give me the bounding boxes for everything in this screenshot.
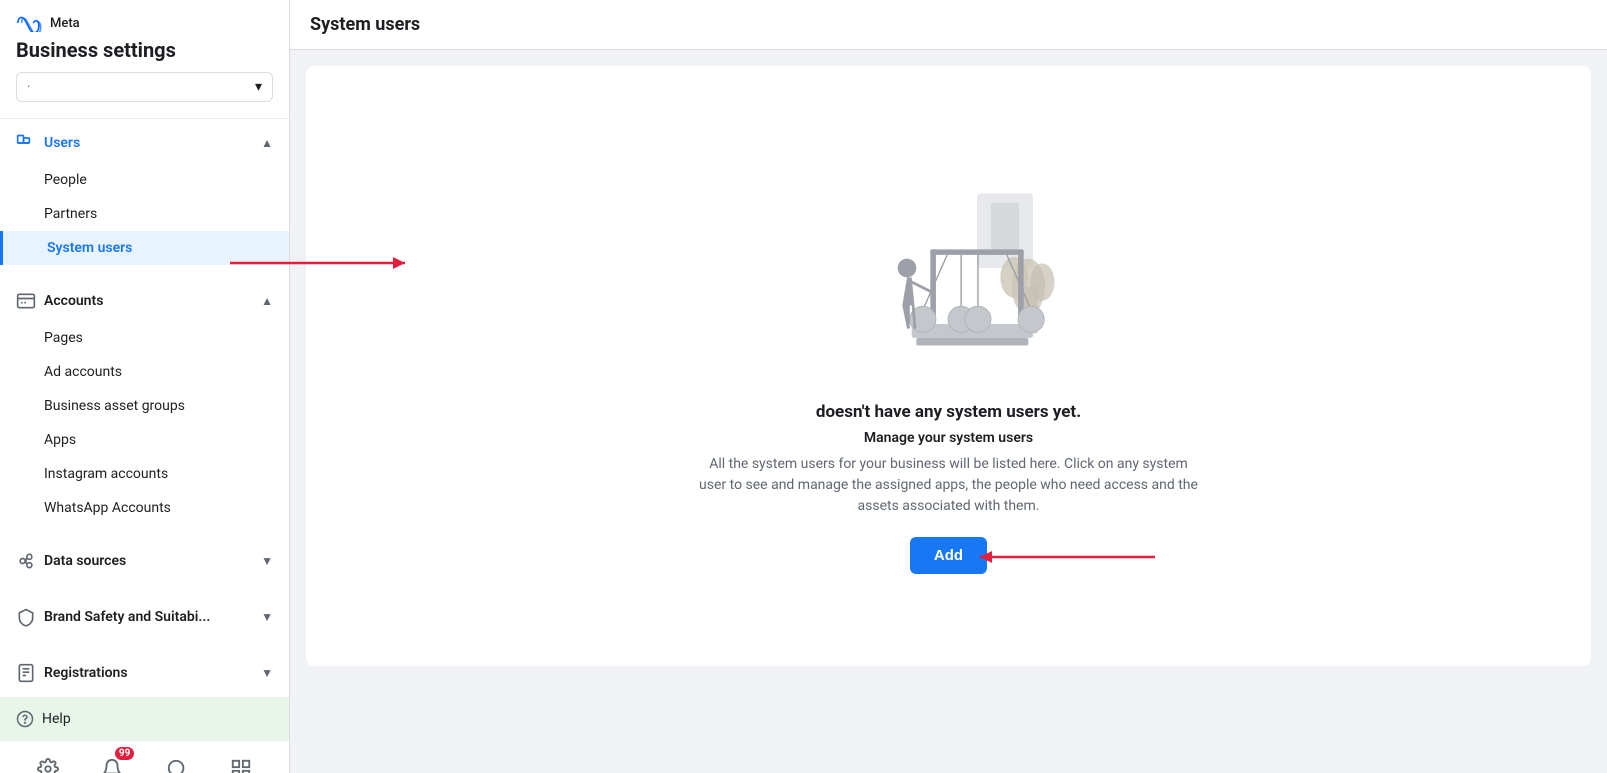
meta-logo: Meta [16, 14, 273, 32]
notification-badge: 99 [115, 747, 134, 760]
bottom-icons-bar: 99 [0, 740, 289, 773]
meta-logo-icon [16, 14, 44, 32]
data-sources-section: Data sources ▼ [0, 537, 289, 585]
sidebar-header: Meta Business settings · ▾ [0, 0, 289, 119]
empty-state-subtitle: Manage your system users [864, 430, 1033, 446]
help-icon [16, 710, 34, 728]
business-settings-title: Business settings [16, 38, 273, 62]
brand-safety-icon [16, 607, 36, 627]
accounts-icon [16, 291, 36, 311]
sidebar-item-pages[interactable]: Pages [0, 321, 289, 355]
sidebar-item-whatsapp-accounts[interactable]: WhatsApp Accounts [0, 491, 289, 525]
brand-safety-title: Brand Safety and Suitabi... [44, 609, 210, 625]
registrations-chevron-icon: ▼ [261, 666, 273, 680]
users-section: Users ▲ People Partners System users [0, 119, 289, 269]
main-content: System users [290, 0, 1607, 773]
data-sources-section-header[interactable]: Data sources ▼ [0, 541, 289, 581]
brand-safety-chevron-icon: ▼ [261, 610, 273, 624]
accounts-section: Accounts ▲ Pages Ad accounts Business as… [0, 277, 289, 529]
notifications-button[interactable]: 99 [94, 751, 130, 773]
registrations-title-row: Registrations [16, 663, 128, 683]
help-label: Help [42, 711, 71, 727]
sidebar-item-apps[interactable]: Apps [0, 423, 289, 457]
sidebar: Meta Business settings · ▾ Users ▲ Peopl… [0, 0, 290, 773]
grid-icon [230, 758, 252, 773]
brand-safety-title-row: Brand Safety and Suitabi... [16, 607, 210, 627]
accounts-section-title: Accounts [44, 293, 103, 309]
empty-state-description: All the system users for your business w… [699, 454, 1199, 517]
add-button-arrow [970, 542, 1170, 572]
data-sources-icon [16, 551, 36, 571]
accounts-section-header[interactable]: Accounts ▲ [0, 281, 289, 321]
sidebar-item-people[interactable]: People [0, 163, 289, 197]
sidebar-bottom: Help 99 [0, 697, 289, 773]
brand-safety-section: Brand Safety and Suitabi... ▼ [0, 593, 289, 641]
data-sources-title-row: Data sources [16, 551, 126, 571]
help-item[interactable]: Help [0, 698, 289, 740]
sidebar-item-partners[interactable]: Partners [0, 197, 289, 231]
business-selector[interactable]: · ▾ [16, 72, 273, 102]
sidebar-item-system-users[interactable]: System users [0, 231, 289, 265]
empty-state-title: doesn't have any system users yet. [816, 402, 1081, 422]
page-header: System users [290, 0, 1607, 50]
users-section-header[interactable]: Users ▲ [0, 123, 289, 163]
illustration [809, 158, 1089, 378]
accounts-section-title-row: Accounts [16, 291, 103, 311]
grid-button[interactable] [223, 751, 259, 773]
registrations-icon [16, 663, 36, 683]
brand-safety-section-header[interactable]: Brand Safety and Suitabi... ▼ [0, 597, 289, 637]
data-sources-chevron-icon: ▼ [261, 554, 273, 568]
search-button[interactable] [159, 751, 195, 773]
users-chevron-icon: ▲ [261, 136, 273, 150]
users-section-title: Users [44, 135, 80, 151]
chevron-down-icon: ▾ [255, 79, 262, 95]
data-sources-title: Data sources [44, 553, 126, 569]
sidebar-item-ad-accounts[interactable]: Ad accounts [0, 355, 289, 389]
business-selector-text: · [27, 80, 30, 95]
meta-logo-text: Meta [50, 16, 80, 31]
search-icon [166, 758, 188, 773]
settings-icon [37, 758, 59, 773]
settings-button[interactable] [30, 751, 66, 773]
users-icon [16, 133, 36, 153]
registrations-section-header[interactable]: Registrations ▼ [0, 653, 289, 693]
content-area: doesn't have any system users yet. Manag… [290, 50, 1607, 773]
empty-state: doesn't have any system users yet. Manag… [699, 158, 1199, 574]
registrations-section: Registrations ▼ [0, 649, 289, 697]
bell-icon [101, 758, 123, 773]
content-panel: doesn't have any system users yet. Manag… [306, 66, 1591, 666]
sidebar-item-business-asset-groups[interactable]: Business asset groups [0, 389, 289, 423]
users-section-title-row: Users [16, 133, 80, 153]
sidebar-item-instagram-accounts[interactable]: Instagram accounts [0, 457, 289, 491]
page-title: System users [310, 14, 1587, 35]
accounts-chevron-icon: ▲ [261, 294, 273, 308]
registrations-title: Registrations [44, 665, 128, 681]
